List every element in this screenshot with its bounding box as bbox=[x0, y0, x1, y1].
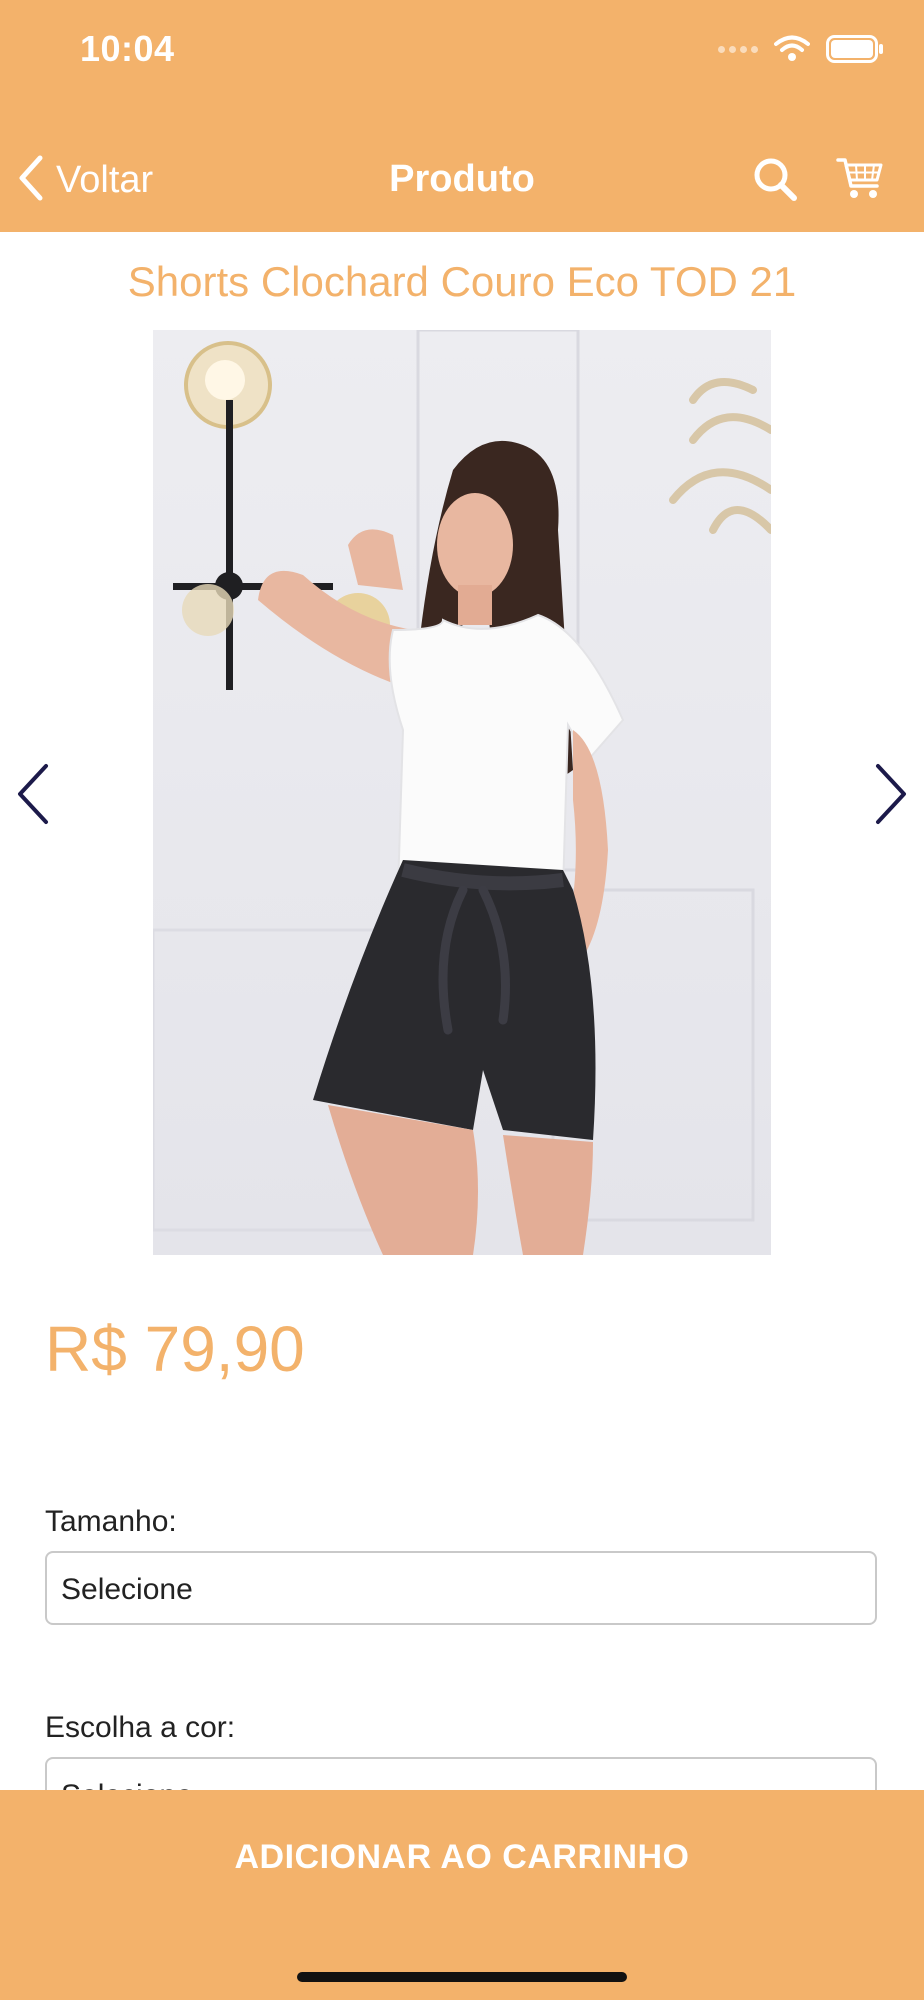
product-title: Shorts Clochard Couro Eco TOD 21 bbox=[127, 258, 797, 305]
home-indicator bbox=[297, 1972, 627, 1982]
product-image[interactable] bbox=[153, 330, 771, 1255]
chevron-right-icon bbox=[870, 764, 910, 830]
wifi-icon bbox=[774, 35, 810, 63]
prev-image-button[interactable] bbox=[14, 762, 54, 831]
navbar: Voltar Produto bbox=[0, 140, 924, 224]
cart-button[interactable] bbox=[836, 156, 884, 207]
product-price: R$ 79,90 bbox=[45, 1313, 305, 1385]
color-label: Escolha a cor: bbox=[45, 1711, 236, 1744]
search-button[interactable] bbox=[752, 156, 798, 207]
add-to-cart-button[interactable]: ADICIONAR AO CARRINHO bbox=[0, 1790, 924, 2000]
chevron-left-icon bbox=[14, 764, 54, 830]
battery-icon bbox=[826, 35, 884, 63]
status-icons bbox=[718, 34, 884, 64]
back-button[interactable]: Voltar bbox=[16, 154, 153, 207]
size-select-value: Selecione bbox=[61, 1573, 193, 1606]
status-time: 10:04 bbox=[80, 28, 175, 69]
add-to-cart-label: ADICIONAR AO CARRINHO bbox=[234, 1838, 690, 1876]
signal-icon bbox=[718, 45, 758, 53]
size-label: Tamanho: bbox=[45, 1505, 177, 1538]
search-icon bbox=[752, 158, 798, 206]
next-image-button[interactable] bbox=[870, 762, 910, 831]
chevron-left-icon bbox=[16, 154, 46, 207]
back-label: Voltar bbox=[56, 159, 154, 201]
size-select[interactable]: Selecione bbox=[45, 1551, 877, 1625]
top-bar: 10:04 Voltar Produto bbox=[0, 0, 924, 232]
cart-icon bbox=[836, 158, 884, 206]
